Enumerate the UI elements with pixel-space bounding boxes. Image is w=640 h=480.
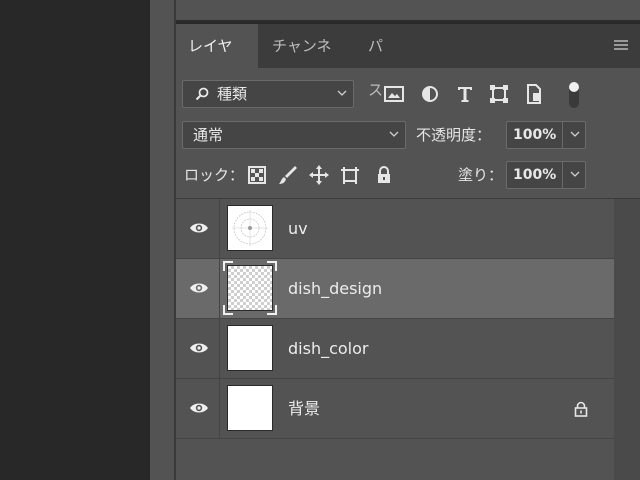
field-divider xyxy=(562,162,563,188)
visibility-toggle[interactable] xyxy=(176,379,220,438)
thumbnail-selection-frame xyxy=(223,261,277,315)
tab-channels[interactable]: チャンネル xyxy=(260,24,354,99)
visibility-toggle[interactable] xyxy=(176,199,220,258)
lock-artboard-icon[interactable] xyxy=(339,164,361,186)
lock-label: ロック： xyxy=(184,166,245,184)
panel-dock-strip xyxy=(150,0,174,480)
blend-mode-dropdown[interactable]: 通常 xyxy=(182,121,406,149)
layer-name[interactable]: 背景 xyxy=(288,379,320,438)
adjustment-filter-icon[interactable] xyxy=(418,82,442,106)
opacity-label: 不透明度： xyxy=(416,126,492,144)
chevron-down-icon[interactable] xyxy=(570,169,580,179)
lock-all-icon[interactable] xyxy=(373,164,395,186)
eye-icon xyxy=(190,343,208,353)
lock-transparent-pixels-icon[interactable] xyxy=(246,164,268,186)
opacity-value[interactable]: 100% xyxy=(513,122,556,148)
layer-row-uv[interactable]: uv xyxy=(176,199,614,259)
shape-filter-icon[interactable] xyxy=(487,82,511,106)
fill-field[interactable]: 100% xyxy=(506,161,586,189)
search-icon xyxy=(195,87,209,101)
chevron-down-icon[interactable] xyxy=(570,129,580,139)
image-filter-icon[interactable] xyxy=(382,82,406,106)
visibility-toggle[interactable] xyxy=(176,259,220,318)
upper-panel xyxy=(176,0,640,22)
layer-thumbnail xyxy=(227,325,273,371)
type-filter-icon[interactable] xyxy=(453,82,477,106)
layers-panel: レイヤー チャンネル パス 種類 xyxy=(176,24,640,480)
layer-row-background[interactable]: 背景 xyxy=(176,379,614,439)
layer-name[interactable]: dish_design xyxy=(288,259,382,318)
layer-filter-dropdown[interactable]: 種類 xyxy=(182,80,354,108)
lock-image-pixels-icon[interactable] xyxy=(277,164,299,186)
smart-object-filter-icon[interactable] xyxy=(522,82,546,106)
filter-label: 種類 xyxy=(217,85,248,103)
visibility-toggle[interactable] xyxy=(176,319,220,378)
fill-value[interactable]: 100% xyxy=(513,162,556,188)
eye-icon xyxy=(190,223,208,233)
blend-mode-value: 通常 xyxy=(193,126,224,144)
canvas-workspace xyxy=(0,0,150,480)
eye-icon xyxy=(190,403,208,413)
lock-position-icon[interactable] xyxy=(308,164,330,186)
layer-list: uv dish_design dish_color 背景 xyxy=(176,199,614,480)
layer-row-dish-design[interactable]: dish_design xyxy=(176,259,614,319)
tab-paths[interactable]: パス xyxy=(356,24,408,99)
opacity-field[interactable]: 100% xyxy=(506,121,586,149)
layer-thumbnail xyxy=(227,385,273,431)
tab-layers[interactable]: レイヤー xyxy=(176,24,258,99)
uv-thumbnail-graphic xyxy=(232,210,268,246)
eye-icon xyxy=(190,283,208,293)
layer-thumbnail xyxy=(227,205,273,251)
layer-name[interactable]: uv xyxy=(288,199,308,258)
field-divider xyxy=(562,122,563,148)
panel-menu-icon[interactable] xyxy=(614,40,628,52)
panel-tab-bar: レイヤー チャンネル パス xyxy=(176,24,640,99)
filter-toggle-icon[interactable] xyxy=(566,80,582,110)
chevron-down-icon xyxy=(389,131,399,137)
layer-row-dish-color[interactable]: dish_color xyxy=(176,319,614,379)
fill-label: 塗り： xyxy=(458,166,504,184)
lock-icon[interactable] xyxy=(574,401,588,417)
chevron-down-icon xyxy=(337,90,347,96)
layer-name[interactable]: dish_color xyxy=(288,319,368,378)
layer-list-scrollbar[interactable] xyxy=(614,199,640,480)
